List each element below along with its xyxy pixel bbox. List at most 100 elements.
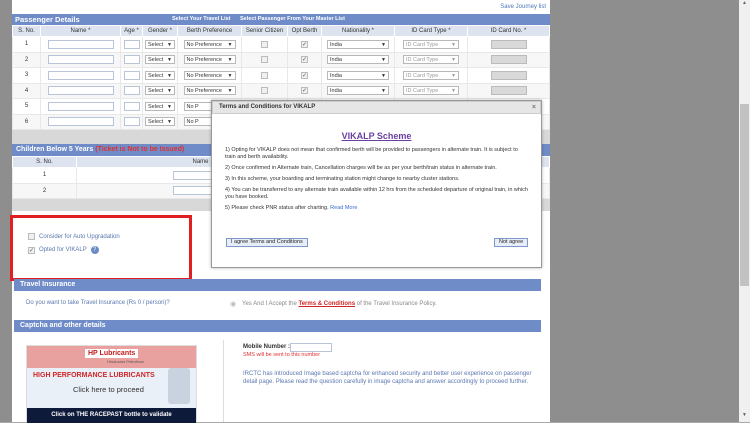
chevron-down-icon: ▼ xyxy=(227,41,233,48)
radio-icon[interactable]: ◉ xyxy=(230,300,236,308)
berth-select[interactable]: No Preference ▼ xyxy=(183,86,236,96)
age-input[interactable] xyxy=(123,86,140,96)
scrollbar[interactable]: ▲ ▼ xyxy=(739,0,750,422)
name-input[interactable] xyxy=(47,101,114,111)
gender-select[interactable]: Select ▼ xyxy=(145,39,175,49)
passenger-row: 1 Select ▼ No Preference ▼ ✓ India ▼ ID Card Typ… xyxy=(12,36,550,53)
chevron-down-icon: ▼ xyxy=(227,57,233,64)
id-no-input[interactable] xyxy=(490,70,527,80)
berth-select[interactable]: No Preference ▼ xyxy=(183,39,236,49)
name-input[interactable] xyxy=(47,39,114,49)
terms-link[interactable]: Terms & Conditions xyxy=(299,301,356,307)
id-type-select[interactable]: ID Card Type ▼ xyxy=(403,86,459,96)
sno: 4 xyxy=(12,82,41,99)
term-item: 3) In this scheme, your boarding and ter… xyxy=(225,176,460,182)
insurance-answer-prefix: Yes And I Accept the xyxy=(242,301,297,307)
nationality-select[interactable]: India ▼ xyxy=(327,55,389,65)
passenger-row: 3 Select ▼ No Preference ▼ ✓ India ▼ ID Card Typ… xyxy=(12,67,550,84)
sno: 1 xyxy=(12,36,41,53)
chevron-down-icon: ▼ xyxy=(451,88,456,95)
age-input[interactable] xyxy=(123,39,140,49)
gender-value: Select xyxy=(148,72,164,79)
berth-select[interactable]: No Preference ▼ xyxy=(183,55,236,65)
mobile-input[interactable] xyxy=(290,343,332,352)
age-input[interactable] xyxy=(123,70,140,80)
chevron-down-icon: ▼ xyxy=(167,88,172,95)
not-agree-button[interactable]: Not agree xyxy=(494,238,529,247)
children-note: (Ticket is Not to be Issued) xyxy=(95,146,185,153)
id-no-input[interactable] xyxy=(490,86,527,96)
col-senior: Senior Citizen xyxy=(241,25,288,37)
nationality-select[interactable]: India ▼ xyxy=(327,70,389,80)
senior-checkbox[interactable] xyxy=(261,87,268,95)
gender-value: Select xyxy=(148,119,164,126)
captcha-header: Captcha and other details xyxy=(14,320,541,332)
sms-note: SMS will be sent to this number xyxy=(243,352,321,358)
agree-button[interactable]: I agree Terms and Conditions xyxy=(226,238,308,247)
age-input[interactable] xyxy=(123,55,140,65)
col-id-type: ID Card Type * xyxy=(394,25,468,37)
gender-select[interactable]: Select ▼ xyxy=(145,101,175,111)
gender-select[interactable]: Select ▼ xyxy=(145,55,175,65)
nationality-select[interactable]: India ▼ xyxy=(327,39,389,49)
id-type-value: ID Card Type xyxy=(406,88,439,95)
chevron-down-icon: ▼ xyxy=(381,72,386,79)
close-icon[interactable]: × xyxy=(532,102,536,113)
irctc-note: IRCTC has introduced Image based captcha… xyxy=(243,371,532,385)
gender-select[interactable]: Select ▼ xyxy=(145,86,175,96)
opt-berth-checkbox[interactable]: ✓ xyxy=(301,40,308,48)
id-type-value: ID Card Type xyxy=(406,72,439,79)
highlight-box xyxy=(10,215,192,281)
top-bar: Save Journey list xyxy=(12,0,550,14)
id-type-select[interactable]: ID Card Type ▼ xyxy=(403,39,459,49)
chevron-down-icon: ▼ xyxy=(167,72,172,79)
opt-berth-checkbox[interactable]: ✓ xyxy=(301,71,308,79)
ad-click-text[interactable]: Click here to proceed xyxy=(73,385,144,394)
col-berth: Berth Preference xyxy=(177,25,242,37)
id-no-input[interactable] xyxy=(490,39,527,49)
senior-checkbox[interactable] xyxy=(261,71,268,79)
col-sno: S. No. xyxy=(12,25,41,37)
passenger-row: 4 Select ▼ No Preference ▼ ✓ India ▼ ID Card Typ… xyxy=(12,82,550,99)
scrollbar-thumb[interactable] xyxy=(740,104,749,286)
gender-select[interactable]: Select ▼ xyxy=(145,70,175,80)
travel-list-link[interactable]: Select Your Travel List xyxy=(172,14,231,25)
opt-berth-checkbox[interactable]: ✓ xyxy=(301,56,308,64)
id-type-select[interactable]: ID Card Type ▼ xyxy=(403,70,459,80)
col-child-sno: S. No. xyxy=(12,156,77,168)
gender-value: Select xyxy=(148,41,164,48)
master-list-link[interactable]: Select Passenger From Your Master List xyxy=(240,14,345,25)
senior-checkbox[interactable] xyxy=(261,56,268,64)
berth-select[interactable]: No Preference ▼ xyxy=(183,70,236,80)
name-input[interactable] xyxy=(47,70,114,80)
term-item-5: 5) Please check PNR status after chartin… xyxy=(225,205,528,212)
read-more-link[interactable]: Read More xyxy=(330,205,357,211)
chevron-down-icon: ▼ xyxy=(381,57,386,64)
scroll-down-icon[interactable]: ▼ xyxy=(739,412,750,422)
chevron-down-icon: ▼ xyxy=(381,41,386,48)
berth-value: No Preference xyxy=(186,41,222,48)
advertisement[interactable]: HP Lubricants Hindustan Petroleum HIGH P… xyxy=(26,345,197,423)
gender-select[interactable]: Select ▼ xyxy=(145,117,175,127)
age-input[interactable] xyxy=(123,101,140,111)
nationality-select[interactable]: India ▼ xyxy=(327,86,389,96)
name-input[interactable] xyxy=(47,117,114,127)
divider xyxy=(223,340,224,422)
berth-value: No P xyxy=(186,103,199,110)
ad-bottom-text[interactable]: Click on THE RACEPAST bottle to validate xyxy=(27,408,196,423)
chevron-down-icon: ▼ xyxy=(167,41,172,48)
name-input[interactable] xyxy=(47,86,114,96)
berth-value: No Preference xyxy=(186,57,222,64)
passenger-details-header: Passenger Details Select Your Travel Lis… xyxy=(12,14,550,25)
senior-checkbox[interactable] xyxy=(261,40,268,48)
age-input[interactable] xyxy=(123,117,140,127)
scroll-up-icon[interactable]: ▲ xyxy=(739,0,750,10)
opt-berth-checkbox[interactable]: ✓ xyxy=(301,87,308,95)
id-no-input[interactable] xyxy=(490,55,527,65)
nationality-value: India xyxy=(330,57,342,64)
child-sno: 2 xyxy=(12,182,77,199)
name-input[interactable] xyxy=(47,55,114,65)
id-type-select[interactable]: ID Card Type ▼ xyxy=(403,55,459,65)
nationality-value: India xyxy=(330,88,342,95)
save-journey-link[interactable]: Save Journey list xyxy=(500,4,546,10)
